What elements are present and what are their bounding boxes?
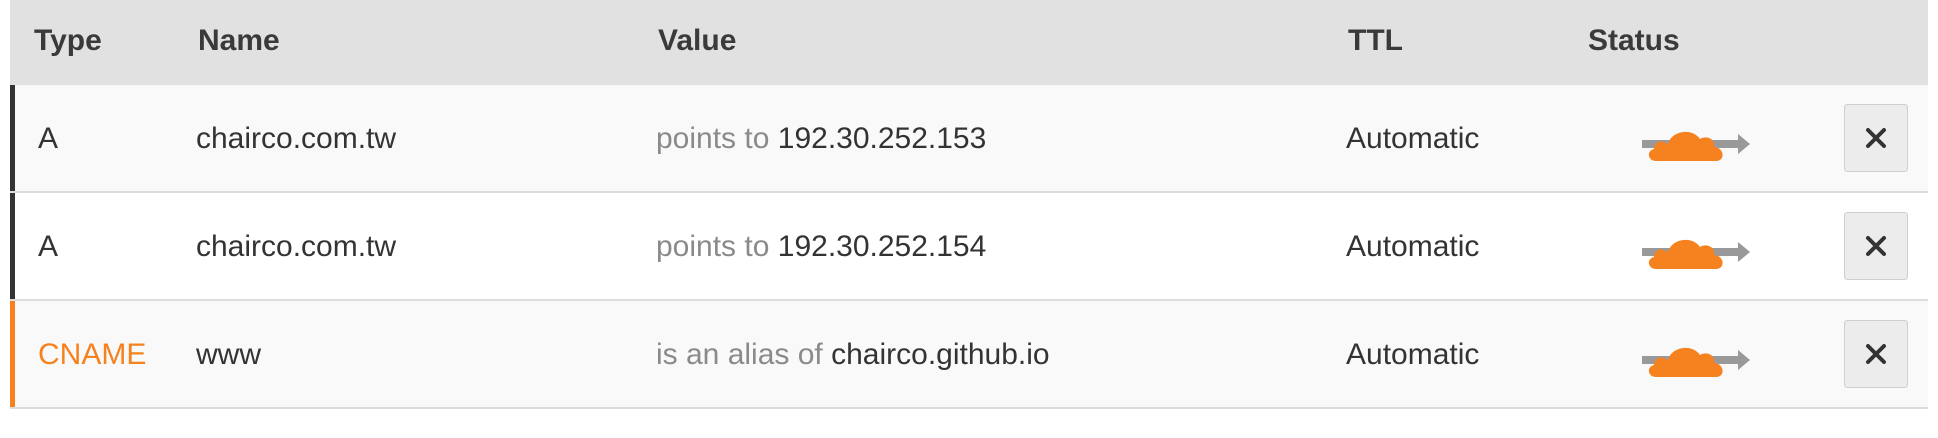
value-content: 192.30.252.154 xyxy=(777,230,987,263)
close-icon xyxy=(1865,343,1887,365)
record-type: CNAME xyxy=(38,338,147,371)
delete-button[interactable] xyxy=(1844,320,1908,388)
record-name[interactable]: www xyxy=(196,301,261,409)
record-name[interactable]: chairco.com.tw xyxy=(196,85,396,193)
value-content: 192.30.252.153 xyxy=(777,122,987,155)
value-prefix: points to xyxy=(656,230,770,263)
record-value[interactable]: points to 192.30.252.153 xyxy=(656,85,986,193)
header-status: Status xyxy=(1588,24,1680,57)
table-header: Type Name Value TTL Status xyxy=(10,0,1928,85)
record-name[interactable]: chairco.com.tw xyxy=(196,193,396,301)
record-ttl[interactable]: Automatic xyxy=(1346,85,1479,193)
table-row[interactable]: A chairco.com.tw points to 192.30.252.15… xyxy=(10,85,1928,193)
record-ttl[interactable]: Automatic xyxy=(1346,301,1479,409)
record-value[interactable]: points to 192.30.252.154 xyxy=(656,193,986,301)
delete-button[interactable] xyxy=(1844,104,1908,172)
record-type: A xyxy=(38,122,59,155)
record-type-bar xyxy=(10,85,15,191)
cloudflare-proxied-cloud-icon[interactable] xyxy=(1642,123,1752,165)
delete-button[interactable] xyxy=(1844,212,1908,280)
cloudflare-proxied-cloud-icon[interactable] xyxy=(1642,231,1752,273)
table-row[interactable]: CNAME www is an alias of chairco.github.… xyxy=(10,301,1928,409)
record-ttl[interactable]: Automatic xyxy=(1346,193,1479,301)
header-name: Name xyxy=(198,24,280,57)
record-type-bar xyxy=(10,301,15,407)
header-ttl: TTL xyxy=(1348,24,1403,57)
table-row[interactable]: A chairco.com.tw points to 192.30.252.15… xyxy=(10,193,1928,301)
value-content: chairco.github.io xyxy=(831,338,1050,371)
value-prefix: is an alias of xyxy=(656,338,823,371)
header-value: Value xyxy=(658,24,737,57)
value-prefix: points to xyxy=(656,122,770,155)
record-value[interactable]: is an alias of chairco.github.io xyxy=(656,301,1050,409)
close-icon xyxy=(1865,235,1887,257)
header-type: Type xyxy=(34,24,102,57)
dns-records-table: Type Name Value TTL Status A chairco.com… xyxy=(10,0,1928,409)
record-type-bar xyxy=(10,193,15,299)
close-icon xyxy=(1865,127,1887,149)
cloudflare-proxied-cloud-icon[interactable] xyxy=(1642,339,1752,381)
record-type: A xyxy=(38,230,59,263)
